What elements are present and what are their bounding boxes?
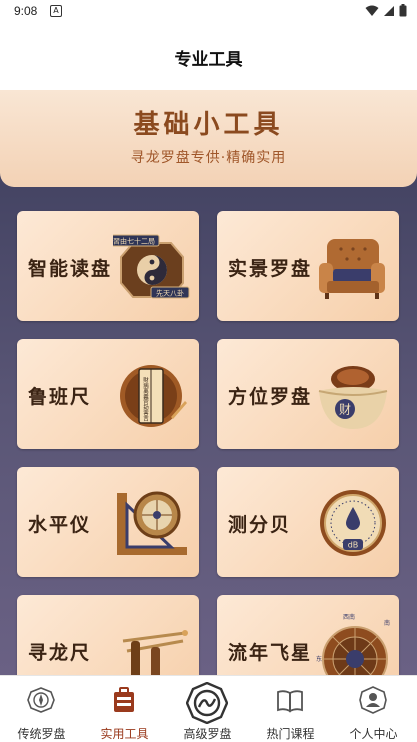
tool-card-label: 鲁班尺 bbox=[28, 386, 92, 408]
tab-label: 个人中心 bbox=[349, 727, 398, 741]
signal-icon bbox=[384, 5, 394, 16]
level-gauge-icon bbox=[117, 491, 187, 555]
art-text: dB bbox=[348, 541, 359, 550]
art-text: 財病离義官劫害吉 bbox=[142, 376, 149, 423]
banner: 基础小工具 寻龙罗盘专供·精确实用 bbox=[0, 90, 417, 187]
status-bar: 9:08 A bbox=[0, 0, 417, 24]
art-text: 财 bbox=[339, 403, 351, 417]
tool-card-luban-ruler[interactable]: 鲁班尺 財病离義官劫害吉 bbox=[17, 339, 199, 449]
page-title: 专业工具 bbox=[174, 49, 243, 70]
tool-card-smart-reading[interactable]: 智能读盘 習由七十二局 先天八卦 bbox=[17, 211, 199, 321]
decibel-meter-icon: dB bbox=[320, 490, 386, 556]
tool-card-live-compass[interactable]: 实景罗盘 bbox=[217, 211, 399, 321]
tab-label: 实用工具 bbox=[100, 727, 149, 741]
banner-title: 基础小工具 bbox=[133, 110, 284, 140]
compass-icon bbox=[27, 687, 55, 713]
bottom-tab-bar: 传统罗盘 实用工具 高级罗盘 热门课程 个人中心 bbox=[0, 675, 417, 742]
tool-card-decibel-meter[interactable]: 测分贝 dB bbox=[217, 467, 399, 577]
tool-card-dowsing-rod[interactable]: 寻龙尺 bbox=[17, 595, 199, 675]
art-text: 南 bbox=[384, 619, 390, 627]
tab-label: 高级罗盘 bbox=[183, 727, 232, 741]
wifi-icon bbox=[365, 5, 379, 16]
tool-card-label: 智能读盘 bbox=[28, 258, 113, 280]
tool-card-label: 流年飞星 bbox=[228, 642, 313, 664]
tab-advanced-compass[interactable]: 高级罗盘 bbox=[166, 676, 249, 742]
tool-card-label: 寻龙尺 bbox=[28, 642, 92, 664]
tool-card-label: 方位罗盘 bbox=[228, 386, 313, 408]
tab-traditional-compass[interactable]: 传统罗盘 bbox=[0, 676, 83, 742]
tools-content[interactable]: 基础小工具 寻龙罗盘专供·精确实用 智能读盘 習由七十二局 先天八卦 实景罗盘 bbox=[0, 90, 417, 675]
taiji-icon bbox=[186, 682, 228, 724]
flying-star-wheel-icon: 西南 东 南 bbox=[316, 613, 390, 675]
tool-card-label: 水平仪 bbox=[28, 514, 92, 536]
tool-card-direction-compass[interactable]: 方位罗盘 财 bbox=[217, 339, 399, 449]
status-indicators bbox=[365, 4, 407, 17]
book-icon bbox=[277, 690, 303, 713]
bagua-book-icon: 習由七十二局 先天八卦 bbox=[113, 234, 190, 299]
tab-personal-center[interactable]: 个人中心 bbox=[332, 676, 415, 742]
app-header: 专业工具 bbox=[0, 24, 417, 90]
tab-label: 热门课程 bbox=[266, 727, 315, 741]
art-text: 东 bbox=[316, 655, 322, 663]
tab-practical-tools[interactable]: 实用工具 bbox=[83, 676, 166, 742]
tool-card-flying-stars[interactable]: 流年飞星 西南 东 南 bbox=[217, 595, 399, 675]
tab-label: 传统罗盘 bbox=[17, 727, 66, 741]
battery-icon bbox=[399, 4, 407, 17]
tool-card-spirit-level[interactable]: 水平仪 bbox=[17, 467, 199, 577]
tool-card-label: 实景罗盘 bbox=[228, 258, 313, 280]
tool-card-label: 测分贝 bbox=[228, 514, 292, 536]
art-text: 先天八卦 bbox=[156, 289, 184, 298]
tab-popular-courses[interactable]: 热门课程 bbox=[249, 676, 332, 742]
banner-subtitle: 寻龙罗盘专供·精确实用 bbox=[130, 150, 287, 166]
toolbox-icon bbox=[114, 687, 134, 712]
art-text: 西南 bbox=[343, 613, 355, 621]
dowsing-rod-icon bbox=[122, 630, 188, 675]
luban-ruler-icon: 財病离義官劫害吉 bbox=[120, 365, 187, 427]
sofa-icon bbox=[319, 239, 385, 299]
status-time: 9:08 bbox=[14, 4, 38, 18]
gold-ingot-icon: 财 bbox=[318, 366, 388, 429]
notification-icon: A bbox=[50, 5, 62, 17]
art-text: 習由七十二局 bbox=[113, 237, 155, 246]
user-icon bbox=[359, 686, 387, 714]
